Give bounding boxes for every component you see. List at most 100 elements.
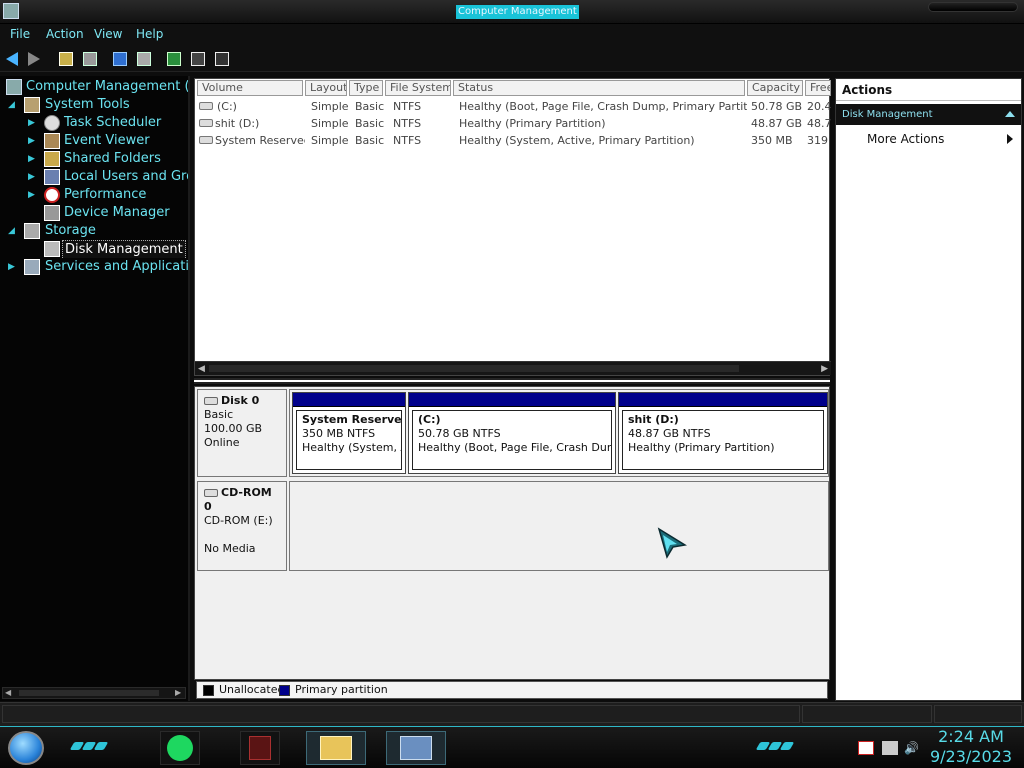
column-header-file-system[interactable]: File System	[385, 80, 451, 96]
cdrom-0-media-area[interactable]	[289, 481, 829, 571]
volume-list-horizontal-scrollbar[interactable]: ◀ ▶	[195, 361, 831, 375]
check-icon[interactable]	[190, 51, 206, 67]
help-icon[interactable]	[112, 51, 128, 67]
tree-item-task-scheduler[interactable]: ▶ Task Scheduler	[4, 114, 188, 132]
collapse-arrow-icon[interactable]: ◢	[8, 222, 18, 240]
actions-section-disk-management[interactable]: Disk Management	[836, 104, 1021, 125]
back-arrow-icon[interactable]	[6, 51, 22, 67]
taskbar-app-spotify[interactable]	[160, 731, 200, 765]
expand-arrow-icon[interactable]: ▶	[28, 132, 38, 150]
tree-item-storage[interactable]: ◢ Storage	[4, 222, 188, 240]
disk-icon	[204, 397, 218, 405]
users-icon	[44, 169, 60, 185]
tree-item-computer-management[interactable]: Computer Management (Loc	[4, 78, 188, 96]
volume-icon	[199, 102, 213, 110]
title-bar: Computer Management	[0, 0, 1024, 24]
properties-icon[interactable]	[136, 51, 152, 67]
pane-splitter[interactable]	[194, 378, 830, 384]
menu-file[interactable]: File	[10, 27, 30, 41]
rescan-icon[interactable]	[214, 51, 230, 67]
actions-header: Actions	[836, 79, 1021, 101]
scroll-left-icon[interactable]: ◀	[5, 689, 13, 697]
tree-item-local-users[interactable]: ▶ Local Users and Grou	[4, 168, 188, 186]
table-row[interactable]: System Reserved Simple Basic NTFS Health…	[195, 132, 831, 149]
folder-icon	[320, 736, 352, 760]
cdrom-0-label[interactable]: CD-ROM 0 CD-ROM (E:) No Media	[197, 481, 287, 571]
window-title: Computer Management	[456, 5, 579, 19]
network-icon[interactable]	[882, 741, 898, 755]
partition-legend: Unallocated Primary partition	[196, 681, 828, 699]
scroll-right-icon[interactable]: ▶	[821, 364, 828, 374]
status-bar	[0, 702, 1024, 726]
taskbar-app-computer-management[interactable]	[386, 731, 446, 765]
tree-item-event-viewer[interactable]: ▶ Event Viewer	[4, 132, 188, 150]
scroll-right-icon[interactable]: ▶	[175, 689, 183, 697]
volume-list: Volume Layout Type File System Status Ca…	[194, 78, 831, 376]
show-hide-tree-icon[interactable]	[82, 51, 98, 67]
collapse-arrow-icon[interactable]: ◢	[8, 96, 18, 114]
app-icon	[249, 736, 271, 760]
taskbar-app-game[interactable]	[240, 731, 280, 765]
scroll-left-icon[interactable]: ◀	[198, 364, 205, 374]
menu-view[interactable]: View	[94, 27, 122, 41]
column-header-volume[interactable]: Volume	[197, 80, 303, 96]
disk-0-label[interactable]: Disk 0 Basic 100.00 GB Online	[197, 389, 287, 477]
legend-primary-partition: Primary partition	[295, 683, 388, 696]
expand-arrow-icon[interactable]: ▶	[28, 186, 38, 204]
table-row[interactable]: (C:) Simple Basic NTFS Healthy (Boot, Pa…	[195, 98, 831, 115]
tree-item-shared-folders[interactable]: ▶ Shared Folders	[4, 150, 188, 168]
refresh-icon[interactable]	[166, 51, 182, 67]
tree-horizontal-scrollbar[interactable]: ◀ ▶	[2, 687, 186, 699]
legend-unallocated: Unallocated	[219, 683, 285, 696]
tree-item-system-tools[interactable]: ◢ System Tools	[4, 96, 188, 114]
volume-icon	[199, 119, 213, 127]
column-header-layout[interactable]: Layout	[305, 80, 347, 96]
more-actions-item[interactable]: More Actions	[836, 129, 1021, 149]
up-folder-icon[interactable]	[58, 51, 74, 67]
window-controls[interactable]	[928, 2, 1018, 12]
partition-system-reserved[interactable]: System Reserved 350 MB NTFS Healthy (Sys…	[292, 392, 406, 474]
unallocated-swatch	[203, 685, 214, 696]
status-segment	[2, 705, 800, 723]
primary-partition-bar	[409, 393, 615, 407]
tree-item-device-manager[interactable]: Device Manager	[4, 204, 188, 222]
column-header-type[interactable]: Type	[349, 80, 383, 96]
volume-icon	[199, 136, 213, 144]
primary-partition-swatch	[279, 685, 290, 696]
volume-speaker-icon[interactable]: 🔊	[904, 741, 920, 755]
tree-item-performance[interactable]: ▶ Performance	[4, 186, 188, 204]
clock-icon	[44, 115, 60, 131]
services-icon	[24, 259, 40, 275]
taskbar-decoration	[69, 739, 112, 751]
disk-management-icon	[44, 241, 60, 257]
cdrom-icon	[204, 489, 218, 497]
disk-0-partition-map: System Reserved 350 MB NTFS Healthy (Sys…	[289, 389, 829, 477]
action-center-flag-icon[interactable]	[858, 741, 874, 755]
column-header-free[interactable]: Free	[805, 80, 831, 96]
expand-arrow-icon[interactable]: ▶	[8, 258, 18, 276]
expand-arrow-icon[interactable]: ▶	[28, 168, 38, 186]
taskbar: 🔊 2:24 AM 9/23/2023	[0, 726, 1024, 768]
column-header-capacity[interactable]: Capacity	[747, 80, 803, 96]
expand-arrow-icon[interactable]: ▶	[28, 150, 38, 168]
system-clock[interactable]: 2:24 AM 9/23/2023	[928, 727, 1014, 767]
tree-item-disk-management[interactable]: Disk Management	[4, 240, 188, 258]
forward-arrow-icon[interactable]	[28, 51, 44, 67]
taskbar-app-explorer[interactable]	[306, 731, 366, 765]
table-row[interactable]: shit (D:) Simple Basic NTFS Healthy (Pri…	[195, 115, 831, 132]
column-header-status[interactable]: Status	[453, 80, 745, 96]
menu-help[interactable]: Help	[136, 27, 163, 41]
menu-action[interactable]: Action	[46, 27, 84, 41]
event-viewer-icon	[44, 133, 60, 149]
partition-d[interactable]: shit (D:) 48.87 GB NTFS Healthy (Primary…	[618, 392, 828, 474]
tree-item-services-applications[interactable]: ▶ Services and Applications	[4, 258, 188, 276]
start-button[interactable]	[8, 731, 44, 765]
expand-arrow-icon[interactable]: ▶	[28, 114, 38, 132]
partition-c[interactable]: (C:) 50.78 GB NTFS Healthy (Boot, Page F…	[408, 392, 616, 474]
shared-folders-icon	[44, 151, 60, 167]
collapse-caret-icon[interactable]	[1005, 111, 1015, 117]
performance-icon	[44, 187, 60, 203]
scroll-thumb[interactable]	[209, 365, 739, 372]
scroll-thumb[interactable]	[19, 690, 159, 696]
taskbar-decoration	[755, 739, 798, 751]
